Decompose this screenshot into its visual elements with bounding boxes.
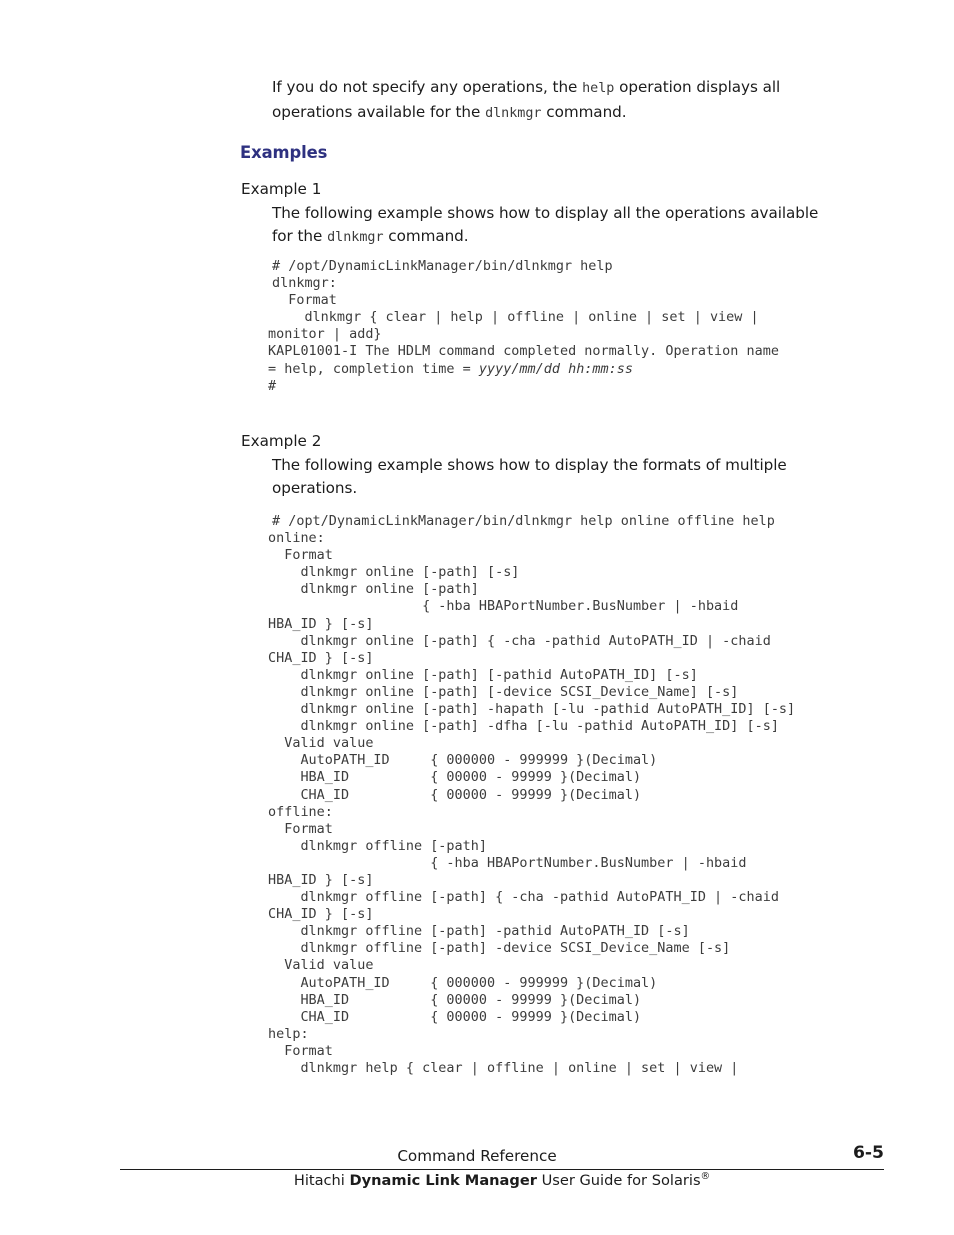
- code-line: AutoPATH_ID { 000000 - 999999 }(Decimal): [268, 975, 658, 991]
- code-line: dlnkmgr online [-path] [-pathid AutoPATH…: [268, 667, 698, 683]
- example-2-desc-line2: operations.: [272, 478, 358, 497]
- code-line: CHA_ID { 00000 - 99999 }(Decimal): [268, 1009, 642, 1025]
- code-line: dlnkmgr help { clear | offline | online …: [268, 1061, 739, 1076]
- code-line: # /opt/DynamicLinkManager/bin/dlnkmgr he…: [272, 514, 775, 529]
- footer-chapter-title: Command Reference: [397, 1147, 557, 1165]
- code-line: CHA_ID } [-s]: [268, 907, 374, 923]
- example-1-code-dlnkmgr: dlnkmgr: [327, 229, 384, 245]
- example-1-desc-line2-part1: for the: [272, 226, 328, 245]
- code-line: CHA_ID } [-s]: [268, 650, 374, 666]
- code-line: dlnkmgr offline [-path] -device SCSI_Dev…: [268, 941, 731, 957]
- code-line: HBA_ID } [-s]: [268, 872, 374, 888]
- section-heading-examples: Examples: [240, 143, 328, 162]
- code-line: dlnkmgr online [-path] { -cha -pathid Au…: [268, 633, 771, 649]
- code-line: Valid value: [268, 736, 374, 752]
- example-2-label: Example 2: [241, 432, 322, 450]
- footer-guide-product: Dynamic Link Manager: [349, 1172, 537, 1189]
- code-line: offline:: [268, 804, 333, 820]
- code-line: monitor | add}: [268, 327, 382, 343]
- footer-guide-suffix: User Guide for Solaris: [536, 1172, 701, 1189]
- code-line: HBA_ID { 00000 - 99999 }(Decimal): [268, 770, 642, 786]
- code-line: dlnkmgr offline [-path]: [268, 838, 487, 854]
- code-line: #: [268, 378, 277, 394]
- code-line: = help, completion time =: [268, 361, 479, 377]
- code-line: CHA_ID { 00000 - 99999 }(Decimal): [268, 787, 642, 803]
- code-line: dlnkmgr online [-path] -hapath [-lu -pat…: [268, 702, 796, 718]
- code-line: HBA_ID { 00000 - 99999 }(Decimal): [268, 992, 642, 1008]
- code-line: Format: [272, 293, 337, 309]
- code-line: AutoPATH_ID { 000000 - 999999 }(Decimal): [268, 753, 658, 769]
- footer-page-number: 6-5: [852, 1143, 884, 1163]
- intro-line2-part1: operations available for the: [272, 102, 486, 121]
- code-line: dlnkmgr offline [-path] -pathid AutoPATH…: [268, 924, 690, 940]
- intro-line2-part2: command.: [541, 102, 627, 121]
- example-2-code-block: # /opt/DynamicLinkManager/bin/dlnkmgr he…: [268, 513, 795, 1077]
- code-line: dlnkmgr { clear | help | offline | onlin…: [272, 310, 759, 326]
- intro-code-help: help: [582, 81, 615, 96]
- footer-guide-prefix: Hitachi: [293, 1172, 350, 1189]
- code-line: online:: [268, 531, 325, 547]
- intro-paragraph: If you do not specify any operations, th…: [272, 76, 872, 125]
- footer-divider: [120, 1169, 884, 1171]
- code-line: dlnkmgr online [-path] [-device SCSI_Dev…: [268, 684, 739, 700]
- code-line: # /opt/DynamicLinkManager/bin/dlnkmgr he…: [272, 259, 613, 274]
- code-line: dlnkmgr:: [272, 276, 337, 292]
- example-1-desc-line2-part2: command.: [383, 226, 469, 245]
- example-2-description: The following example shows how to displ…: [272, 454, 892, 499]
- example-2-desc-line1: The following example shows how to displ…: [272, 456, 787, 474]
- code-line: dlnkmgr online [-path] [-s]: [268, 565, 520, 581]
- example-1-label: Example 1: [241, 180, 322, 198]
- code-line: dlnkmgr online [-path] -dfha [-lu -pathi…: [268, 719, 779, 735]
- code-line: { -hba HBAPortNumber.BusNumber | -hbaid: [268, 855, 747, 871]
- document-page: If you do not specify any operations, th…: [0, 0, 954, 1235]
- code-italic-timestamp: yyyy/mm/dd hh:mm:ss: [478, 361, 633, 377]
- code-line: Format: [268, 548, 333, 564]
- code-line: dlnkmgr online [-path]: [268, 582, 479, 598]
- example-1-description: The following example shows how to displ…: [272, 202, 892, 249]
- code-line: dlnkmgr offline [-path] { -cha -pathid A…: [268, 890, 779, 906]
- code-line: { -hba HBAPortNumber.BusNumber | -hbaid: [268, 599, 739, 615]
- intro-text-part1: If you do not specify any operations, th…: [272, 78, 583, 96]
- code-line: KAPL01001-I The HDLM command completed n…: [268, 344, 779, 360]
- code-line: HBA_ID } [-s]: [268, 616, 374, 632]
- registered-trademark-icon: ®: [700, 1171, 711, 1183]
- example-1-desc-line1: The following example shows how to displ…: [272, 204, 819, 222]
- example-1-code-block: # /opt/DynamicLinkManager/bin/dlnkmgr he…: [268, 258, 779, 395]
- intro-code-dlnkmgr: dlnkmgr: [485, 105, 542, 121]
- code-line: Format: [268, 821, 333, 837]
- code-line: help:: [268, 1026, 309, 1042]
- code-line: Valid value: [268, 958, 374, 974]
- intro-text-part2: operation displays all: [614, 78, 781, 96]
- code-line: Format: [268, 1043, 333, 1059]
- footer-guide-title: Hitachi Dynamic Link Manager User Guide …: [120, 1172, 884, 1189]
